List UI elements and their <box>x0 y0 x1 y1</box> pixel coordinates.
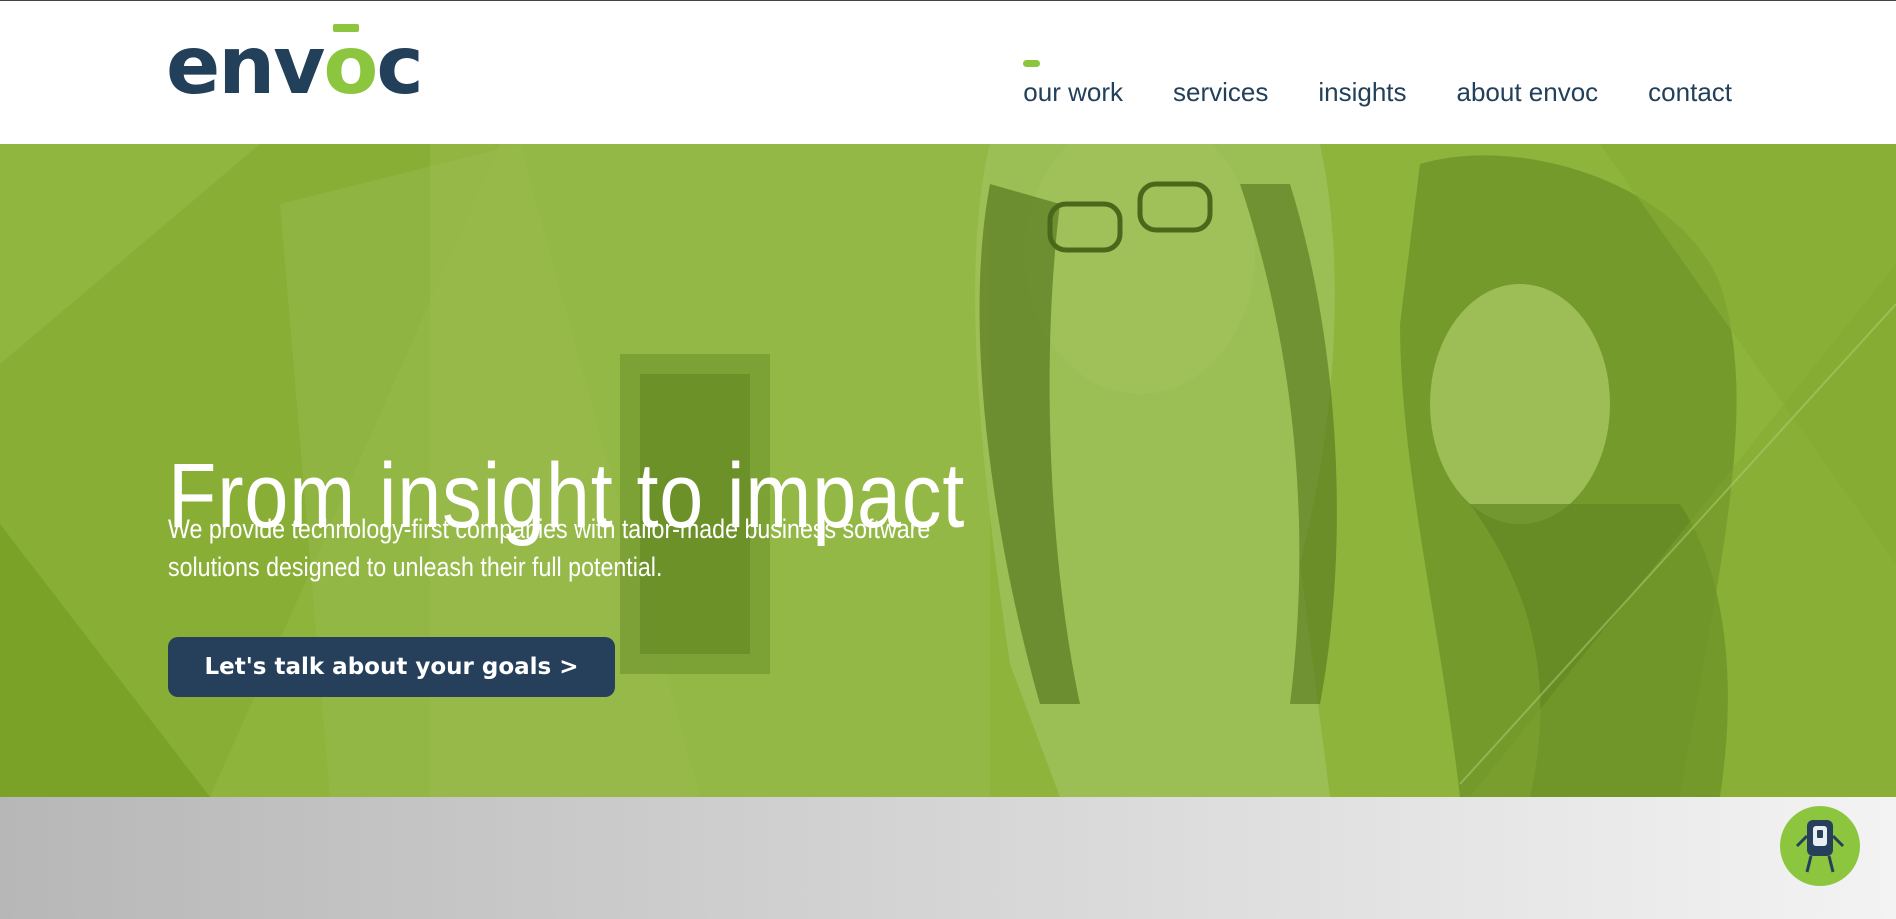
hero-subtitle-line-2: solutions designed to unleash their full… <box>168 552 663 582</box>
next-section-band <box>0 797 1896 919</box>
nav-item-services[interactable]: services <box>1173 77 1268 108</box>
nav-item-about-envoc[interactable]: about envoc <box>1457 77 1599 108</box>
logo-text-pre: env <box>166 19 325 112</box>
nav-item-insights[interactable]: insights <box>1318 77 1406 108</box>
hero-subtitle-line-1: We provide technology-first companies wi… <box>168 514 931 544</box>
robot-chat-icon[interactable] <box>1780 806 1860 886</box>
page: envoc our work services insights about e… <box>0 0 1896 919</box>
hero-section: From insight to impact We provide techno… <box>0 144 1896 797</box>
main-nav: our work services insights about envoc c… <box>973 60 1732 108</box>
hero-subtitle: We provide technology-first companies wi… <box>168 510 1028 586</box>
logo-text-accent: o <box>323 19 378 112</box>
robot-chat-icon-graphic <box>1782 808 1858 884</box>
talk-about-goals-button[interactable]: Let's talk about your goals > <box>168 637 615 697</box>
nav-item-contact[interactable]: contact <box>1648 77 1732 108</box>
logo-text-post: c <box>376 19 423 112</box>
nav-item-our-work[interactable]: our work <box>1023 60 1123 108</box>
envoc-logo[interactable]: envoc <box>166 26 424 106</box>
site-header: envoc our work services insights about e… <box>0 1 1896 144</box>
